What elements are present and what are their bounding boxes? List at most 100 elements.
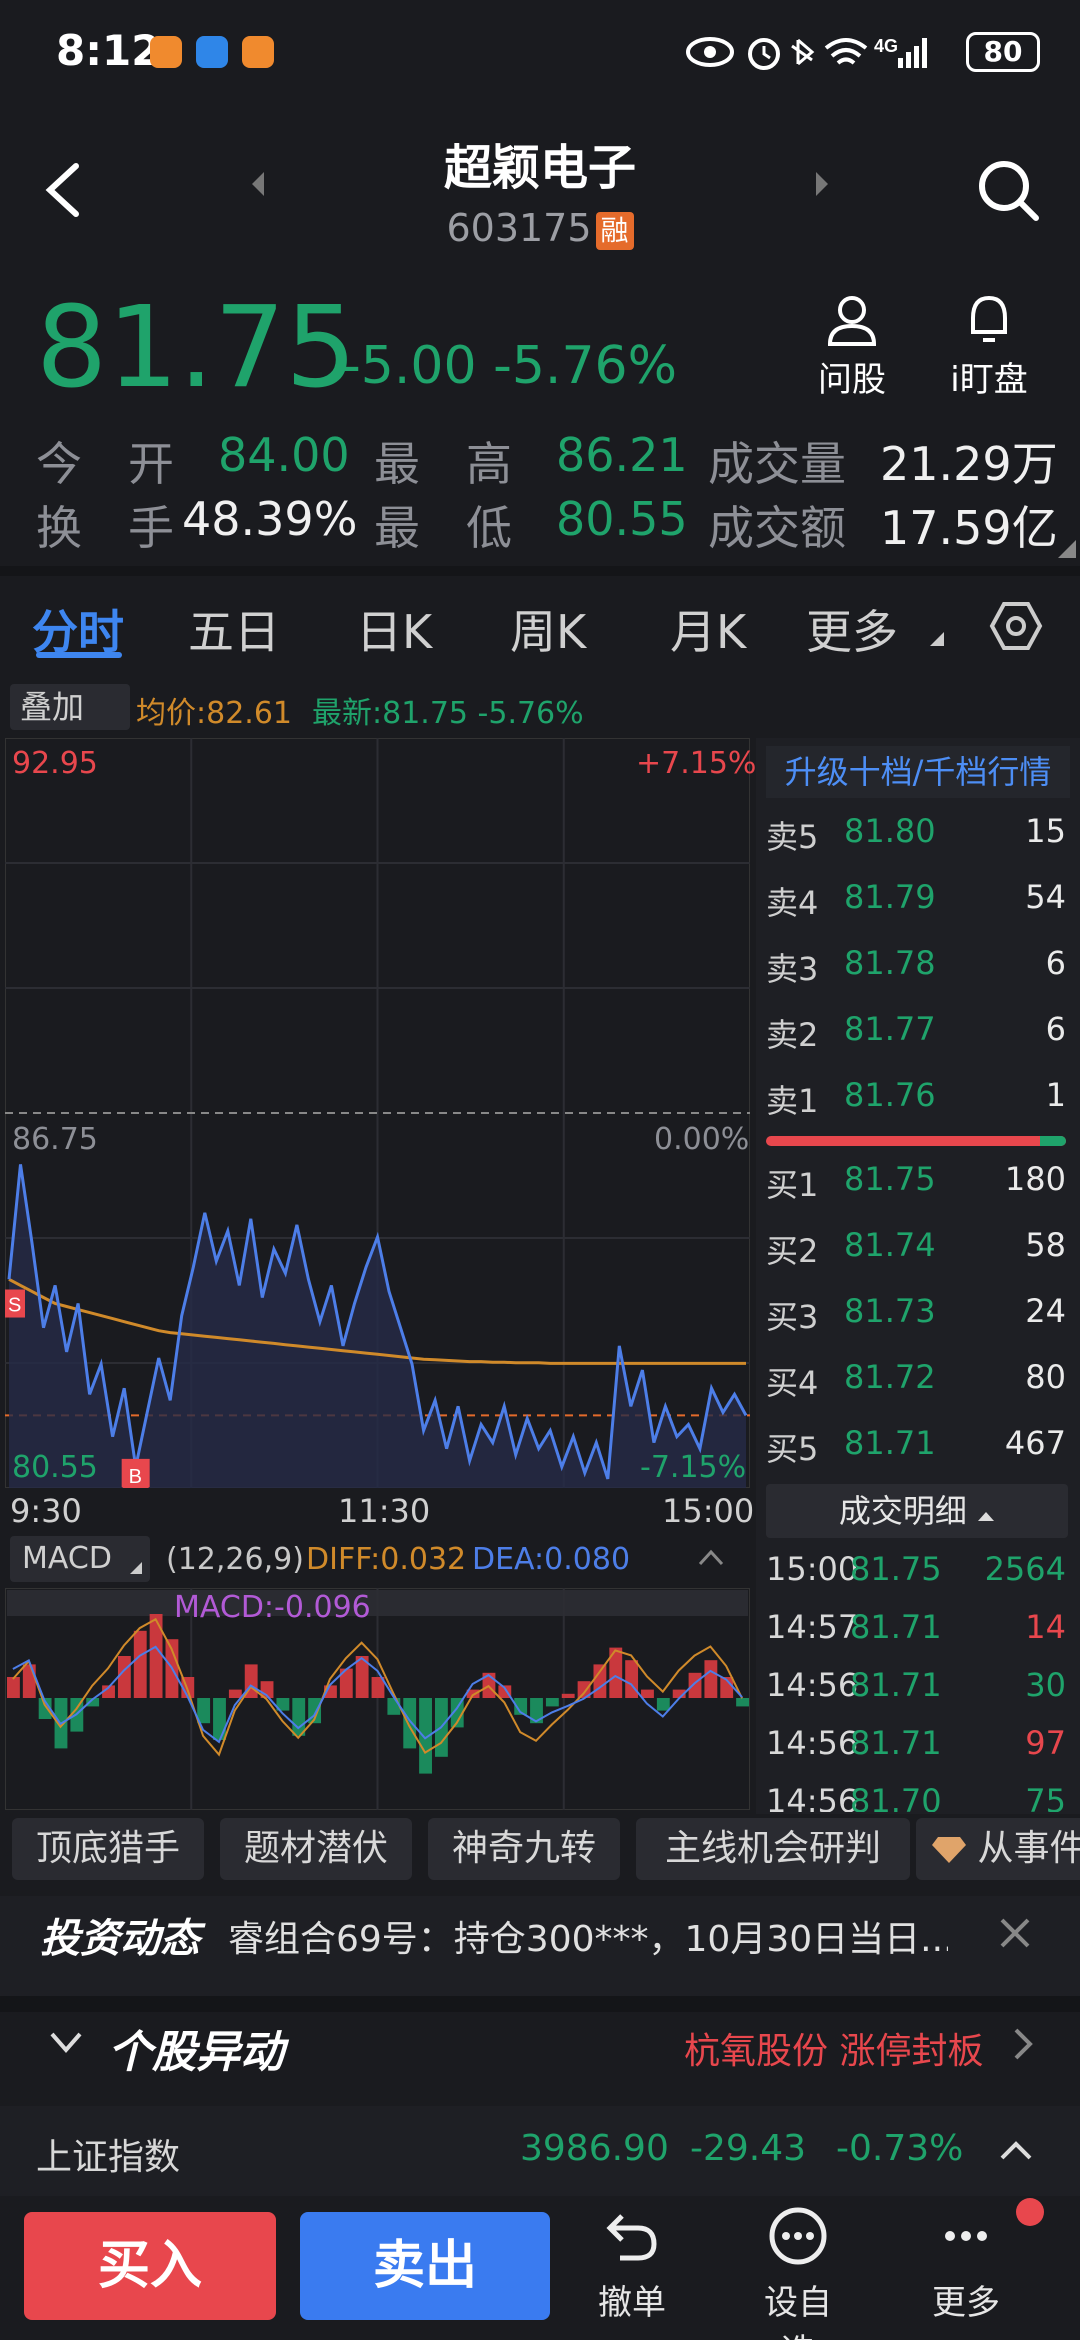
stock-code: 603175: [446, 206, 592, 250]
tab-weekly-k[interactable]: 周K: [510, 596, 586, 662]
anomaly-headline[interactable]: 杭氧股份 涨停封板: [684, 2022, 983, 2074]
trade-row: 14:56 81.71 30: [766, 1666, 1066, 1722]
battery-indicator: 80: [966, 32, 1040, 72]
tab-monthly-k[interactable]: 月K: [670, 596, 746, 662]
trade-price: 81.71: [850, 1724, 942, 1762]
trade-row: 14:57 81.71 14: [766, 1608, 1066, 1664]
chip-magic-nine[interactable]: 神奇九转: [428, 1818, 620, 1880]
macd-bar: [133, 1630, 147, 1698]
overlay-label: 叠加: [20, 688, 85, 726]
trade-detail-label: 成交明细: [838, 1492, 967, 1530]
low-value: 80.55: [556, 492, 688, 546]
current-price: 81.75: [36, 283, 357, 413]
settings-hexagon-icon[interactable]: [988, 598, 1044, 654]
bid-volume: 80: [1025, 1358, 1066, 1396]
y-axis-top-label: 92.95: [12, 746, 98, 781]
pct-axis-bottom-label: -7.15%: [640, 1450, 747, 1485]
bid-price: 81.71: [844, 1424, 936, 1462]
trade-volume: 2564: [984, 1550, 1066, 1588]
trade-volume: 14: [1025, 1608, 1066, 1646]
macd-bar: [292, 1698, 306, 1736]
bid-price: 81.73: [844, 1292, 936, 1330]
search-icon[interactable]: [974, 156, 1044, 226]
bid-volume: 467: [1004, 1424, 1066, 1462]
ask-price: 81.76: [844, 1076, 936, 1114]
price-change-value: -5.00: [342, 336, 477, 396]
macd-bar: [228, 1689, 242, 1698]
upgrade-quote-link[interactable]: 升级十档/千档行情: [766, 746, 1070, 798]
macd-bar: [593, 1664, 607, 1698]
index-pct: -0.73%: [836, 2128, 964, 2169]
macd-bar: [704, 1660, 718, 1698]
add-watchlist-button[interactable]: 设自选: [748, 2206, 848, 2340]
margin-badge: 融: [595, 211, 634, 250]
ask-price: 81.77: [844, 1010, 936, 1048]
next-stock-icon[interactable]: [812, 168, 832, 200]
low-label: 最 低: [374, 501, 512, 555]
x-axis-label-end: 15:00: [662, 1492, 755, 1530]
tab-more[interactable]: 更多: [806, 596, 898, 662]
ask-stock-button[interactable]: 问股: [812, 292, 892, 401]
notification-dot: [1016, 2198, 1044, 2226]
expand-corner-icon[interactable]: [1058, 540, 1076, 558]
close-icon[interactable]: [998, 1916, 1032, 1950]
tab-daily-k[interactable]: 日K: [356, 596, 432, 662]
intraday-chart[interactable]: SB: [5, 738, 750, 1488]
bid-row: 买1 81.75 180: [766, 1160, 1066, 1220]
trade-time: 14:56: [766, 1666, 859, 1704]
ask-label: 卖4: [766, 884, 819, 922]
user-question-icon: [827, 296, 877, 346]
macd-value: MACD:-0.096: [174, 1590, 371, 1625]
y-axis-bottom-label: 80.55: [12, 1450, 98, 1485]
bid-row: 买2 81.74 58: [766, 1226, 1066, 1286]
collapse-indicator-icon[interactable]: [698, 1548, 724, 1566]
ask-label: 卖3: [766, 950, 819, 988]
chip-from-event[interactable]: 从事件: [916, 1818, 1080, 1880]
watch-label: i盯盘: [950, 360, 1028, 400]
watch-button[interactable]: i盯盘: [944, 292, 1034, 401]
signal-icon: [922, 38, 927, 68]
stock-code-line: 603175 融: [0, 206, 1080, 250]
macd-params: (12,26,9): [166, 1542, 304, 1577]
overlay-button[interactable]: 叠加: [10, 684, 130, 730]
status-time: 8:12: [56, 26, 161, 75]
pct-axis-mid-label: 0.00%: [654, 1122, 750, 1157]
bid-label: 买5: [766, 1430, 819, 1468]
ask-volume: 54: [1025, 878, 1066, 916]
macd-bar: [736, 1698, 749, 1707]
chip-theme-ambush[interactable]: 题材潜伏: [220, 1818, 412, 1880]
buy-marker: B: [121, 1458, 150, 1488]
buy-button[interactable]: 买入: [24, 2212, 276, 2320]
trade-time: 14:57: [766, 1608, 859, 1646]
chevron-down-icon[interactable]: [48, 2028, 84, 2056]
index-value: 3986.90: [520, 2128, 669, 2169]
more-button[interactable]: 更多: [916, 2206, 1016, 2324]
bid-label: 买2: [766, 1232, 819, 1270]
svg-text:B: B: [129, 1466, 142, 1488]
pct-axis-top-label: +7.15%: [636, 746, 757, 781]
trade-detail-toggle[interactable]: 成交明细: [766, 1484, 1068, 1538]
tab-five-day[interactable]: 五日: [188, 596, 280, 662]
macd-bar: [403, 1698, 417, 1749]
bid-price: 81.72: [844, 1358, 936, 1396]
indicator-selector[interactable]: MACD: [10, 1536, 150, 1582]
macd-bar: [625, 1660, 639, 1698]
undo-icon: [606, 2214, 657, 2261]
ask-row: 卖2 81.77 6: [766, 1010, 1066, 1070]
divider: [0, 1996, 1080, 2012]
sell-button[interactable]: 卖出: [300, 2212, 550, 2320]
status-icons: 4G: [686, 36, 927, 70]
chip-bottom-top-hunter[interactable]: 顶底猎手: [12, 1818, 204, 1880]
chevron-right-icon[interactable]: [1012, 2026, 1036, 2062]
news-text: 睿组合69号：持仓300***，10月30日当日...: [228, 1919, 948, 1960]
ask-volume: 15: [1025, 812, 1066, 850]
macd-bar: [213, 1698, 226, 1740]
cancel-order-button[interactable]: 撤单: [582, 2206, 682, 2324]
chip-mainline-research[interactable]: 主线机会研判: [636, 1818, 910, 1880]
indicator-dropdown-icon: [130, 1562, 142, 1574]
more-label: 更多: [932, 2283, 1000, 2323]
stock-name: 超颖电子: [443, 140, 636, 196]
turnover-label: 换 手: [36, 501, 174, 555]
macd-chart: [5, 1588, 750, 1810]
chevron-up-icon[interactable]: [998, 2138, 1034, 2162]
